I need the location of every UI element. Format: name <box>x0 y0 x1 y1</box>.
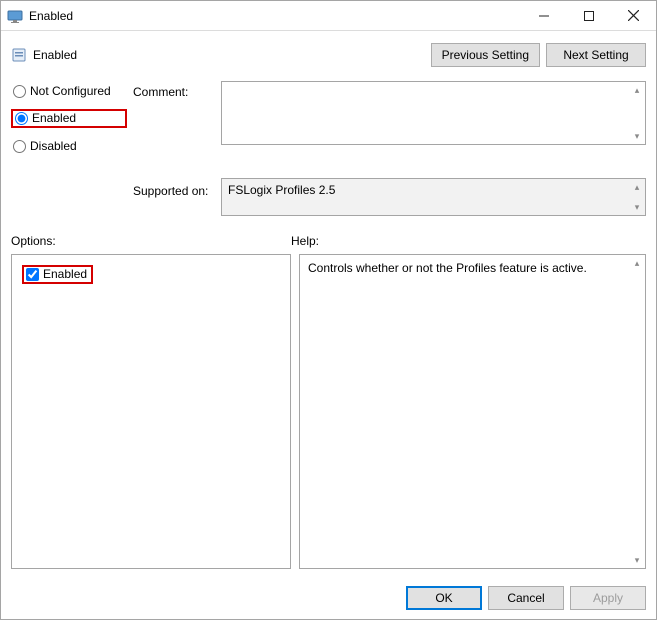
radio-disabled[interactable]: Disabled <box>11 138 127 154</box>
scroll-up-icon[interactable]: ▴ <box>629 82 645 98</box>
scroll-up-icon[interactable]: ▴ <box>629 179 645 195</box>
comment-label: Comment: <box>133 81 215 99</box>
ok-button[interactable]: OK <box>406 586 482 610</box>
scroll-down-icon[interactable]: ▾ <box>629 552 645 568</box>
supported-on-label: Supported on: <box>133 178 215 198</box>
supported-scrollbar[interactable]: ▴ ▾ <box>629 179 645 215</box>
footer: OK Cancel Apply <box>1 577 656 619</box>
panels: Enabled Controls whether or not the Prof… <box>11 254 646 569</box>
top-grid: Not Configured Enabled Disabled Comment: <box>11 81 646 216</box>
options-panel: Enabled <box>11 254 291 569</box>
apply-button[interactable]: Apply <box>570 586 646 610</box>
cancel-button[interactable]: Cancel <box>488 586 564 610</box>
option-enabled-checkbox-input[interactable] <box>26 268 39 281</box>
policy-name: Enabled <box>33 48 77 62</box>
radio-disabled-input[interactable] <box>13 140 26 153</box>
state-radio-group: Not Configured Enabled Disabled <box>11 81 127 154</box>
comment-scrollbar[interactable]: ▴ ▾ <box>629 82 645 144</box>
radio-not-configured-label: Not Configured <box>30 84 111 98</box>
radio-not-configured[interactable]: Not Configured <box>11 83 127 99</box>
option-enabled-highlight: Enabled <box>22 265 93 284</box>
minimize-button[interactable] <box>521 1 566 31</box>
close-button[interactable] <box>611 1 656 31</box>
titlebar: Enabled <box>1 1 656 31</box>
supported-on-value: FSLogix Profiles 2.5 <box>228 183 335 197</box>
help-text: Controls whether or not the Profiles fea… <box>308 261 587 275</box>
header-row: Enabled Previous Setting Next Setting <box>11 39 646 71</box>
option-enabled-checkbox[interactable]: Enabled <box>26 267 87 281</box>
help-label: Help: <box>291 234 319 248</box>
radio-enabled[interactable]: Enabled <box>15 111 76 125</box>
radio-enabled-label: Enabled <box>32 111 76 125</box>
scroll-down-icon[interactable]: ▾ <box>629 128 645 144</box>
options-label: Options: <box>11 234 291 248</box>
radio-not-configured-input[interactable] <box>13 85 26 98</box>
supported-on-field: FSLogix Profiles 2.5 ▴ ▾ <box>221 178 646 216</box>
help-panel: Controls whether or not the Profiles fea… <box>299 254 646 569</box>
radio-enabled-highlight: Enabled <box>11 109 127 128</box>
radio-enabled-input[interactable] <box>15 112 28 125</box>
scroll-up-icon[interactable]: ▴ <box>629 255 645 271</box>
app-icon <box>7 8 23 24</box>
previous-setting-button[interactable]: Previous Setting <box>431 43 540 67</box>
maximize-button[interactable] <box>566 1 611 31</box>
help-scrollbar[interactable]: ▴ ▾ <box>629 255 645 568</box>
scroll-down-icon[interactable]: ▾ <box>629 199 645 215</box>
window-title: Enabled <box>29 9 73 23</box>
comment-textarea[interactable]: ▴ ▾ <box>221 81 646 145</box>
mid-labels: Options: Help: <box>11 234 646 248</box>
next-setting-button[interactable]: Next Setting <box>546 43 646 67</box>
option-enabled-checkbox-label: Enabled <box>43 267 87 281</box>
policy-icon <box>11 47 27 63</box>
radio-disabled-label: Disabled <box>30 139 77 153</box>
content-area: Enabled Previous Setting Next Setting No… <box>1 31 656 577</box>
dialog-window: Enabled Enabled Previous Setting Next Se… <box>0 0 657 620</box>
